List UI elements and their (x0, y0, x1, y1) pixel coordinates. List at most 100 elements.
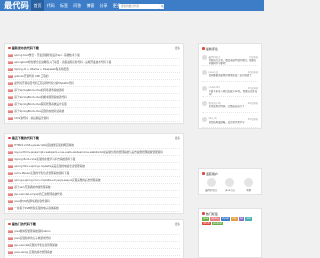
language-tag[interactable]: java (8, 178, 13, 182)
site-logo[interactable]: 最代码 (4, 1, 29, 10)
code-title-link[interactable]: Spring AI + Ollama + Deepseek私有化配置 (14, 67, 180, 71)
comment-item[interactable]: dev_liu 30分钟前 项目结构很清晰，适合初学者学习 (202, 114, 258, 128)
list-item[interactable]: java 基于SpringBoot+Vue的图书管理系统源代码 (8, 94, 180, 101)
hot-tag[interactable]: spring (210, 217, 220, 221)
search-button[interactable] (160, 3, 164, 9)
avatar[interactable] (244, 178, 254, 187)
code-title-link[interactable]: layui+html+javascript+webpack+vue+es6+we… (14, 150, 180, 154)
code-title-link[interactable]: 基于SpringBoot+Vue的图书管理系统源代码 (14, 95, 180, 99)
list-item[interactable]: java 一款基于SSM框架实现的电子商城系统 (8, 205, 180, 212)
code-title-link[interactable]: java图书馆管理系统源码demo (14, 229, 180, 233)
code-title-link[interactable]: 基于SpringBoot+Vue的问卷调查系统源码 (14, 88, 180, 92)
list-item[interactable]: java spring Mvc+spring+mybatis完美实现的电商企业管理… (8, 163, 180, 170)
language-tag[interactable]: java (8, 53, 13, 57)
list-item[interactable]: java java swing 实现的超市管理系统 (8, 249, 180, 256)
comment-text[interactable]: 项目结构很清晰，适合初学者学习 (209, 121, 259, 128)
list-item[interactable]: java Spring AI + Ollama + Deepseek私有化配置 (8, 66, 180, 73)
list-item[interactable]: java 基于SpringBoot+Vue医院管理系统设计实现 (8, 101, 180, 108)
language-tag[interactable]: java (8, 236, 13, 240)
hot-tag[interactable]: mysql (220, 217, 230, 221)
code-title-link[interactable]: html源代码 - 前后端设计源码 (14, 116, 180, 120)
code-title-link[interactable]: ssm+Maven实现的学生信息管理系统源码下载 (14, 171, 180, 175)
code-title-link[interactable]: Spring Boot+Vue实现的在线学习平台系统源码下载 (14, 157, 180, 161)
list-item[interactable]: java Spring Boot+Vue实现的在线学习平台系统源码下载 (8, 156, 180, 163)
comment-text[interactable]: 请问数据库配置在哪里修改？运行报错了 (209, 74, 259, 81)
hot-tag[interactable]: vue (230, 217, 238, 221)
language-tag[interactable]: java (8, 60, 13, 64)
language-tag[interactable]: java (8, 243, 13, 247)
comment-text[interactable]: 代码运行正常，看起来挺不错的项目，感谢分享源码学习参考！ (209, 59, 259, 66)
comment-item[interactable]: coder123 15分钟前 下载下来导入项目后缺少jar包，需要自己补充吗？ (202, 83, 258, 97)
code-title-link[interactable]: 基于SpringBoot+Vue医院管理系统设计实现 (14, 102, 180, 106)
code-title-link[interactable]: jsp+servlet实现的学生信息管理系统 (14, 243, 180, 247)
comment-item[interactable]: 程序员小明 20分钟前 非常实用的代码，已经成功运行了 (202, 99, 258, 113)
avatar[interactable] (202, 70, 207, 75)
list-item[interactable]: java jsp+servlet实现的学生信息管理系统 (8, 242, 180, 249)
language-tag[interactable]: java (8, 229, 13, 233)
code-title-link[interactable]: java仿QQ的即时通信软件源码 (14, 199, 180, 203)
code-title-link[interactable]: HTML5+CSS+javascript动画效果实现的网页特效 (14, 143, 180, 147)
user-name[interactable]: java小白 (224, 188, 236, 192)
hot-tag[interactable]: java (202, 217, 210, 221)
avatar[interactable] (202, 116, 207, 122)
list-item[interactable]: java html源代码 - 前后端设计源码 (8, 115, 180, 122)
language-tag[interactable]: java (8, 250, 13, 254)
code-title-link[interactable]: springboot框架整合实战教程入门项目 - 高级进阶实际代码 - 后端开发… (14, 60, 180, 64)
language-tag[interactable]: java (8, 102, 13, 106)
list-item[interactable]: java spring boot整合 - 开发思路框架设计api - 基础技术下载 (8, 52, 180, 59)
nav-item-home[interactable]: 首页 (31, 0, 45, 11)
code-title-link[interactable]: 基于SpringBoot+Vue实现的在线考试系统 (14, 109, 180, 113)
list-item[interactable]: java springboot框架整合实战教程入门项目 - 高级进阶实际代码 - … (8, 59, 180, 66)
language-tag[interactable]: java (8, 116, 13, 120)
list-item[interactable]: java layui+html+javascript+webpack+vue+es… (8, 149, 180, 156)
code-title-link[interactable]: spring Mvc+spring+mybatis完美实现的电商企业管理系统 (14, 164, 180, 168)
list-item[interactable]: java 基于SpringBoot+Vue的问卷调查系统源码 (8, 87, 180, 94)
code-title-link[interactable]: java swing 实现的超市管理系统 (14, 250, 180, 254)
list-item[interactable]: java ssm+Maven实现的学生信息管理系统源码下载 (8, 170, 180, 177)
nav-item-tags[interactable]: 标签 (57, 0, 70, 11)
comment-text[interactable]: 非常实用的代码，已经成功运行了 (209, 105, 259, 112)
language-tag[interactable]: java (8, 109, 13, 113)
list-item[interactable]: java 基于ssm开源通用内容管理系统 (8, 184, 180, 191)
list-item[interactable]: java java仿QQ的即时通信软件源码 (8, 198, 180, 205)
hot-tag[interactable]: ssm (245, 217, 253, 221)
list-item[interactable]: java 最代码开源项目代码工程实例代码分析Mybatis代码 (8, 80, 180, 87)
language-tag[interactable]: java (8, 150, 13, 154)
comment-item[interactable]: java小白 10分钟前 请问数据库配置在哪里修改？运行报错了 (202, 68, 258, 82)
nav-item-qa[interactable]: 问答 (71, 0, 84, 11)
hot-tag[interactable]: jsp (238, 217, 245, 221)
language-tag[interactable]: java (8, 157, 13, 161)
list-item[interactable]: java jsp+servlet+mysql的工资管理系统代码 (8, 191, 180, 198)
language-tag[interactable]: java (8, 143, 13, 147)
list-item[interactable]: java java实现简单的五子棋游戏代码 (8, 235, 180, 242)
code-title-link[interactable]: jsp+servlet+mysql的工资管理系统代码 (14, 192, 180, 196)
code-title-link[interactable]: java实现简单的五子棋游戏代码 (14, 236, 180, 240)
code-title-link[interactable]: spring boot整合 - 开发思路框架设计api - 基础技术下载 (14, 53, 180, 57)
user-card[interactable]: 最代码官方 (205, 178, 217, 192)
comment-author[interactable]: coder123 (209, 86, 220, 89)
nav-item-share[interactable]: 分享 (97, 0, 110, 11)
more-link[interactable]: 更多 (175, 136, 180, 140)
list-item[interactable]: java HTML5+CSS+javascript动画效果实现的网页特效 (8, 142, 180, 149)
language-tag[interactable]: java (8, 95, 13, 99)
language-tag[interactable]: java (8, 164, 13, 168)
user-name[interactable]: 李鹏 (243, 188, 255, 192)
avatar[interactable] (225, 178, 235, 187)
list-item[interactable]: java java图书馆管理系统源码demo (8, 228, 180, 235)
more-link[interactable]: 更多 (175, 46, 180, 50)
user-card[interactable]: java小白 (224, 178, 236, 192)
language-tag[interactable]: java (8, 88, 13, 92)
code-title-link[interactable]: spring+spring mvc+mybatis+mysql+easyui实现… (14, 178, 180, 182)
list-item[interactable]: java gobook开源代码 SSP 工程的 (8, 73, 180, 80)
user-card[interactable]: 李鹏 (243, 178, 255, 192)
search-input[interactable]: 搜索的数分代码 (119, 3, 160, 9)
code-title-link[interactable]: gobook开源代码 SSP 工程的 (14, 74, 180, 78)
language-tag[interactable]: java (8, 199, 13, 203)
avatar[interactable] (202, 101, 207, 106)
more-link[interactable]: 更多 (175, 222, 180, 226)
avatar[interactable] (202, 85, 207, 91)
language-tag[interactable]: java (8, 81, 13, 85)
language-tag[interactable]: java (8, 74, 13, 78)
avatar[interactable] (202, 54, 207, 60)
language-tag[interactable]: java (8, 185, 13, 189)
